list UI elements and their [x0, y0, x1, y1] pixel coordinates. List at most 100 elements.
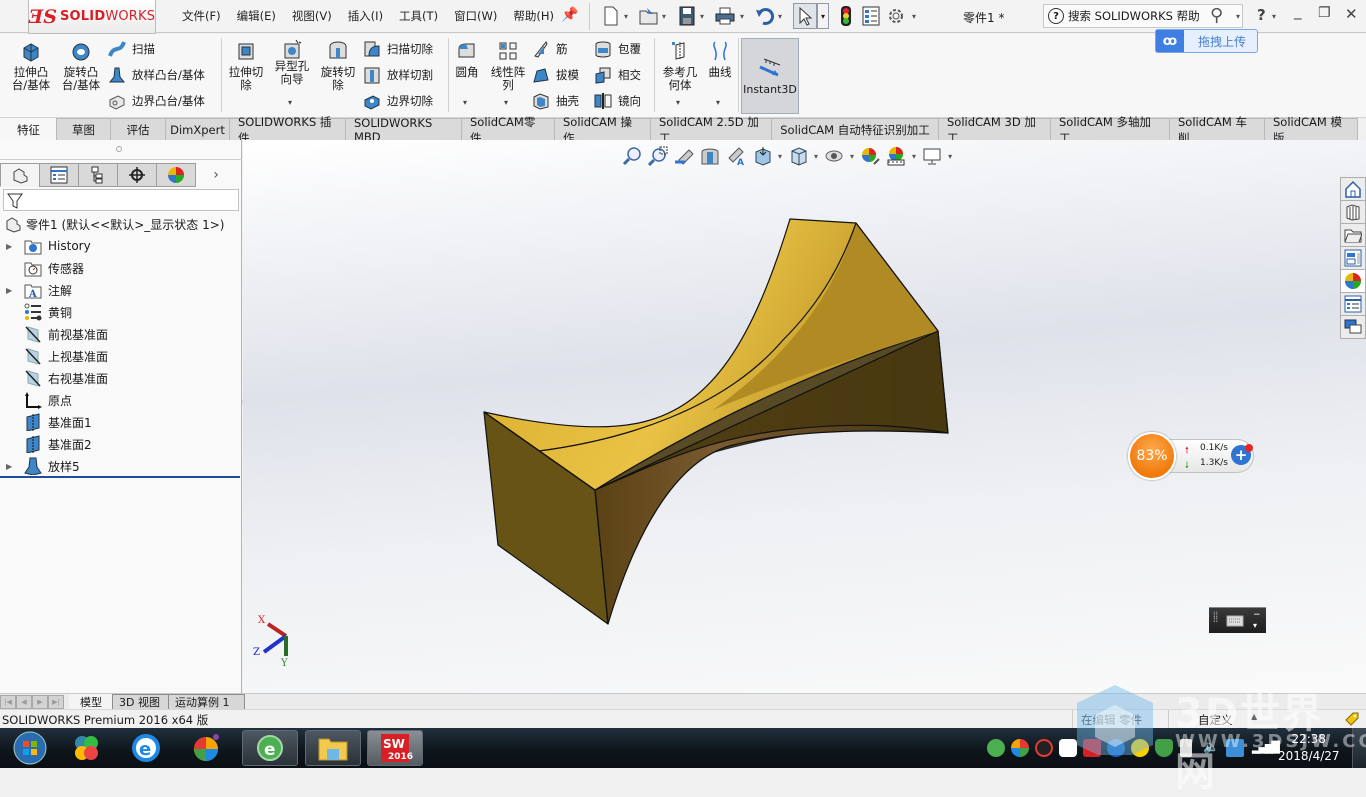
tree-filter-input[interactable] — [3, 189, 239, 211]
mirror-button[interactable]: 镜向 — [594, 90, 641, 112]
menu-window[interactable]: 窗口(W) — [454, 8, 497, 24]
menu-file[interactable]: 文件(F) — [182, 8, 221, 24]
tab-solidcam-multiaxis[interactable]: SolidCAM 多轴加工 — [1050, 115, 1170, 145]
minimize-button[interactable]: _ — [1294, 2, 1302, 20]
file-properties-icon[interactable] — [860, 5, 882, 27]
next-tab-button[interactable]: ▶ — [32, 695, 48, 709]
feature-manager-tab[interactable] — [0, 163, 40, 187]
tab-solidcam-operations[interactable]: SolidCAM 操作 — [554, 115, 651, 145]
tab-solidcam-part[interactable]: SolidCAM零件 — [461, 115, 555, 145]
open-icon[interactable] — [638, 5, 660, 27]
search-icon[interactable]: ⚲ — [1210, 5, 1223, 26]
lofted-cut-button[interactable]: 放样切割 — [363, 64, 433, 86]
chevron-right-icon[interactable]: › — [196, 163, 236, 187]
input-method-toolbar[interactable]: ⁞⁞ ⁞⁞ − ▾ — [1209, 607, 1266, 633]
sweep-button[interactable]: 扫描 — [108, 38, 155, 60]
tab-model[interactable]: 模型 — [69, 694, 113, 709]
close-button[interactable]: ✕ — [1345, 5, 1358, 23]
search-input[interactable]: 搜索 SOLIDWORKS 帮助 — [1068, 8, 1200, 24]
tray-360-browser-icon[interactable] — [987, 739, 1005, 757]
wrap-button[interactable]: 包覆 — [594, 38, 641, 60]
loft-boss-button[interactable]: 放样凸台/基体 — [108, 64, 205, 86]
design-library-tab[interactable] — [1340, 200, 1366, 224]
view-palette-tab[interactable] — [1340, 246, 1366, 270]
save-dropdown-icon[interactable]: ▾ — [700, 12, 704, 21]
drag-upload-bubble[interactable]: ꝏ 拖拽上传 — [1155, 29, 1258, 53]
tree-item-right-plane[interactable]: 右视基准面 — [0, 368, 108, 388]
baidu-netdisk-icon[interactable] — [1059, 739, 1077, 757]
zoom-to-fit-icon[interactable] — [622, 146, 642, 166]
dynamic-annotation-icon[interactable]: A — [726, 146, 746, 166]
print-icon[interactable] — [714, 5, 736, 27]
file-explorer-tab[interactable] — [1340, 223, 1366, 247]
tree-root-part[interactable]: 零件1 (默认<<默认>_显示状态 1>) — [0, 214, 224, 234]
tag-icon[interactable] — [1344, 711, 1360, 727]
rebuild-icon[interactable] — [835, 5, 857, 27]
tab-solidcam-templates[interactable]: SolidCAM 模版 — [1264, 115, 1358, 145]
fillet-dropdown-icon[interactable]: ▾ — [463, 98, 467, 107]
view-settings-dropdown-icon[interactable]: ▾ — [948, 152, 952, 161]
shell-button[interactable]: 抽壳 — [532, 90, 579, 112]
hole-wizard-dropdown-icon[interactable]: ▾ — [288, 98, 292, 107]
reference-geometry-dropdown-icon[interactable]: ▾ — [676, 98, 680, 107]
intersect-button[interactable]: 相交 — [594, 64, 641, 86]
undo-icon[interactable] — [754, 5, 776, 27]
tree-item-loft5[interactable]: ▶ 放样5 — [0, 456, 80, 476]
unit-system-dropdown-icon[interactable]: ▲ — [1251, 712, 1257, 721]
tree-item-material[interactable]: 黄铜 — [0, 302, 72, 322]
tab-solidworks-addins[interactable]: SOLIDWORKS 插件 — [229, 115, 346, 145]
help-icon[interactable]: ? — [1257, 6, 1266, 24]
tab-solidcam-3d[interactable]: SolidCAM 3D 加工 — [938, 115, 1051, 145]
taskbar-file-explorer[interactable] — [305, 730, 361, 766]
extrude-cut-button[interactable]: 拉伸切 除 — [224, 40, 268, 92]
options-dropdown-icon[interactable]: ▾ — [1253, 621, 1257, 630]
minimize-icon[interactable]: − — [1253, 610, 1261, 620]
network-speed-widget[interactable]: 83% 🠕 0.1K/s 🠗 1.3K/s + — [1128, 432, 1256, 480]
show-desktop-button[interactable] — [1352, 728, 1366, 768]
view-settings-icon[interactable] — [922, 146, 942, 166]
revolve-cut-button[interactable]: 旋转切 除 — [316, 40, 360, 92]
expand-arrow-icon[interactable]: ▶ — [6, 286, 16, 295]
curves-dropdown-icon[interactable]: ▾ — [716, 98, 720, 107]
drag-grip-icon[interactable]: ⁞⁞ ⁞⁞ — [1213, 611, 1218, 624]
hide-show-items-icon[interactable] — [824, 146, 844, 166]
menu-tools[interactable]: 工具(T) — [399, 8, 438, 24]
menu-insert[interactable]: 插入(I) — [348, 8, 383, 24]
memory-usage-badge[interactable]: 83% — [1128, 432, 1176, 480]
taskbar-app-launcher[interactable] — [58, 730, 114, 766]
save-icon[interactable] — [676, 5, 698, 27]
tab-solidworks-mbd[interactable]: SOLIDWORKS MBD — [345, 116, 462, 144]
select-dropdown-icon[interactable]: ▾ — [817, 3, 829, 29]
forum-tab[interactable] — [1340, 315, 1366, 339]
tree-item-top-plane[interactable]: 上视基准面 — [0, 346, 108, 366]
prev-tab-button[interactable]: ◀ — [16, 695, 32, 709]
zoom-to-area-icon[interactable] — [648, 146, 668, 166]
tab-features[interactable]: 特征 — [0, 118, 57, 140]
menu-edit[interactable]: 编辑(E) — [237, 8, 276, 24]
bluetooth-icon[interactable] — [1107, 739, 1125, 757]
graphics-area[interactable] — [243, 140, 1366, 693]
360-safe-add-icon[interactable] — [1131, 739, 1149, 757]
last-tab-button[interactable]: ▶| — [48, 695, 64, 709]
search-dropdown-icon[interactable]: ▾ — [1236, 12, 1240, 21]
draft-button[interactable]: 拔模 — [532, 64, 579, 86]
appearances-tab[interactable] — [1340, 269, 1366, 293]
apply-scene-dropdown-icon[interactable]: ▾ — [912, 152, 916, 161]
linear-pattern-dropdown-icon[interactable]: ▾ — [504, 98, 508, 107]
linear-pattern-button[interactable]: 线性阵 列 — [486, 40, 530, 92]
network-signal-icon[interactable]: ▂▄▆█ — [1252, 739, 1280, 757]
tab-dimxpert[interactable]: DimXpert — [165, 118, 230, 140]
options-dropdown-icon[interactable]: ▾ — [912, 12, 916, 21]
view-orientation-icon[interactable] — [752, 146, 772, 166]
pin-icon[interactable]: 📌 — [561, 7, 578, 23]
home-tab[interactable] — [1340, 177, 1366, 201]
first-tab-button[interactable]: |◀ — [0, 695, 16, 709]
new-dropdown-icon[interactable]: ▾ — [624, 12, 628, 21]
swept-cut-button[interactable]: 扫描切除 — [363, 38, 433, 60]
tab-motion-study-1[interactable]: 运动算例 1 — [168, 694, 245, 709]
solidworks-tray-icon[interactable] — [1083, 739, 1101, 757]
expand-arrow-icon[interactable]: ▶ — [6, 242, 16, 251]
loft-model[interactable] — [483, 218, 949, 625]
extrude-boss-button[interactable]: 拉伸凸 台/基体 — [8, 40, 54, 92]
tab-solidcam-25d[interactable]: SolidCAM 2.5D 加工 — [650, 115, 772, 145]
